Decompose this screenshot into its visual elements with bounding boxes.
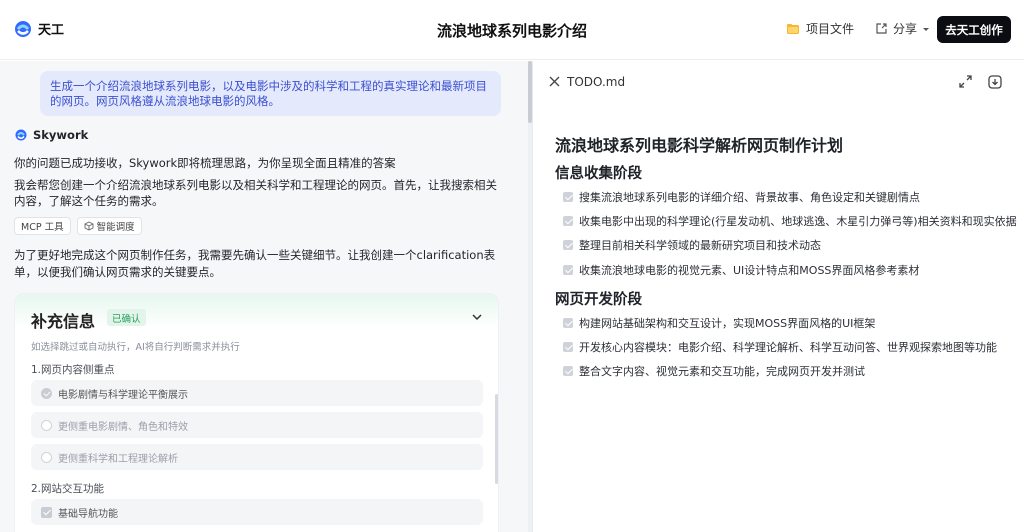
todo-item[interactable]: 收集电影中出现的科学理论(行星发动机、地球逃逸、木星引力弹弓等)相关资料和现实依… (563, 213, 1017, 229)
expand-icon[interactable] (958, 74, 973, 89)
option-science-focus[interactable]: 更侧重科学和工程理论解析 (31, 444, 483, 470)
mcp-tool-label: MCP 工具 (21, 222, 64, 233)
brand-name: 天工 (38, 23, 65, 38)
form-section-1-label: 1.网页内容侧重点 (31, 364, 115, 376)
todo-item-text: 收集流浪地球电影的视觉元素、UI设计特点和MOSS界面风格参考素材 (579, 264, 920, 277)
clarification-form-card: 补充信息 已确认 如选择跳过或自动执行，AI将自行判断需求并执行 1.网页内容侧… (14, 293, 499, 532)
assistant-reply-3: 为了更好地完成这个网页制作任务，我需要先确认一些关键细节。让我创建一个clari… (14, 248, 496, 279)
project-files-button[interactable]: 项目文件 (786, 20, 854, 37)
top-bar: 天工 流浪地球系列电影介绍 项目文件 分享 去天工创作 (0, 0, 1024, 60)
skywork-logo-icon (15, 129, 27, 141)
phase-2-heading: 网页开发阶段 (555, 292, 642, 308)
tool-chips: MCP 工具 智能调度 (14, 217, 142, 235)
folder-icon (787, 23, 799, 34)
document-filename: TODO.md (567, 75, 626, 89)
phase-1-heading: 信息收集阶段 (555, 166, 642, 182)
confirmed-badge: 已确认 (107, 309, 146, 326)
form-scrollbar[interactable] (495, 394, 498, 484)
share-label: 分享 (893, 22, 918, 36)
todo-item[interactable]: 开发核心内容模块：电影介绍、科学理论解析、科学互动问答、世界观探索地图等功能 (563, 339, 997, 355)
tiangong-logo-icon (15, 20, 31, 37)
create-in-tiangong-button[interactable]: 去天工创作 (937, 16, 1011, 43)
todo-item-text: 整合文字内容、视觉元素和交互功能，完成网页开发并测试 (579, 365, 865, 378)
todo-item-text: 收集电影中出现的科学理论(行星发动机、地球逃逸、木星引力弹弓等)相关资料和现实依… (579, 215, 1017, 228)
checkbox-checked-icon (41, 506, 52, 518)
todo-item-text: 开发核心内容模块：电影介绍、科学理论解析、科学互动问答、世界观探索地图等功能 (579, 341, 997, 354)
form-section-2-label: 2.网站交互功能 (31, 483, 105, 495)
option-balanced[interactable]: 电影剧情与科学理论平衡展示 (31, 380, 483, 406)
option-label: 基础导航功能 (58, 508, 118, 520)
assistant-reply-1: 你的问题已成功接收，Skywork即将梳理思路，为你呈现全面且精准的答案 (14, 156, 396, 170)
todo-item[interactable]: 构建网站基础架构和交互设计，实现MOSS界面风格的UI框架 (563, 315, 875, 331)
todo-item-text: 构建网站基础架构和交互设计，实现MOSS界面风格的UI框架 (579, 317, 876, 330)
checkbox-checked-icon (563, 240, 573, 250)
user-message: 生成一个介绍流浪地球系列电影，以及电影中涉及的科学和工程的真实理论和最新项目的网… (40, 71, 501, 116)
todo-item[interactable]: 搜集流浪地球系列电影的详细介绍、背景故事、角色设定和关键剧情点 (563, 189, 920, 205)
radio-icon (41, 419, 52, 431)
checkbox-checked-icon (563, 192, 573, 202)
chat-pane: 生成一个介绍流浪地球系列电影，以及电影中涉及的科学和工程的真实理论和最新项目的网… (0, 61, 528, 532)
assistant-reply-2: 我会帮您创建一个介绍流浪地球系列电影以及相关科学和工程理论的网页。首先，让我搜索… (14, 178, 497, 208)
brand[interactable]: 天工 (14, 19, 64, 38)
radio-icon (41, 451, 52, 463)
todo-item-text: 搜集流浪地球系列电影的详细介绍、背景故事、角色设定和关键剧情点 (579, 191, 920, 204)
smart-dispatch-chip[interactable]: 智能调度 (76, 217, 142, 235)
option-label: 更侧重电影剧情、角色和特效 (58, 421, 188, 433)
todo-item[interactable]: 整合文字内容、视觉元素和交互功能，完成网页开发并测试 (563, 363, 865, 379)
smart-dispatch-label: 智能调度 (96, 222, 135, 233)
checkbox-checked-icon (563, 342, 573, 352)
todo-item[interactable]: 收集流浪地球电影的视觉元素、UI设计特点和MOSS界面风格参考素材 (563, 262, 919, 278)
document-title: 流浪地球系列电影科学解析网页制作计划 (555, 136, 844, 155)
project-files-label: 项目文件 (806, 22, 855, 36)
todo-item-text: 整理目前相关科学领域的最新研究项目和技术动态 (579, 239, 821, 252)
option-label: 电影剧情与科学理论平衡展示 (58, 389, 188, 401)
share-button[interactable]: 分享 (875, 20, 930, 37)
chevron-down-icon[interactable] (470, 310, 484, 324)
cube-icon (84, 221, 94, 231)
option-basic-navigation[interactable]: 基础导航功能 (31, 499, 483, 525)
download-icon[interactable] (987, 74, 1003, 90)
form-title: 补充信息 (31, 312, 96, 331)
share-icon (876, 23, 887, 34)
option-film-focus[interactable]: 更侧重电影剧情、角色和特效 (31, 412, 483, 438)
checkbox-checked-icon (563, 366, 573, 376)
option-label: 更侧重科学和工程理论解析 (58, 453, 178, 465)
checkbox-checked-icon (563, 265, 573, 275)
assistant-header: Skywork (15, 128, 88, 142)
document-pane: TODO.md 流浪地球系列电影科学解析网页制作计划 信息收集阶段 搜集流浪地球… (532, 61, 1024, 532)
checkbox-checked-icon (563, 216, 573, 226)
radio-checked-icon (41, 387, 52, 399)
caret-down-icon (923, 27, 930, 31)
close-icon[interactable] (549, 76, 560, 87)
form-hint: 如选择跳过或自动执行，AI将自行判断需求并执行 (31, 342, 240, 353)
mcp-tool-chip[interactable]: MCP 工具 (14, 217, 71, 235)
checkbox-checked-icon (563, 318, 573, 328)
todo-item[interactable]: 整理目前相关科学领域的最新研究项目和技术动态 (563, 237, 821, 253)
page-title: 流浪地球系列电影介绍 (436, 22, 587, 40)
assistant-name: Skywork (33, 128, 89, 142)
